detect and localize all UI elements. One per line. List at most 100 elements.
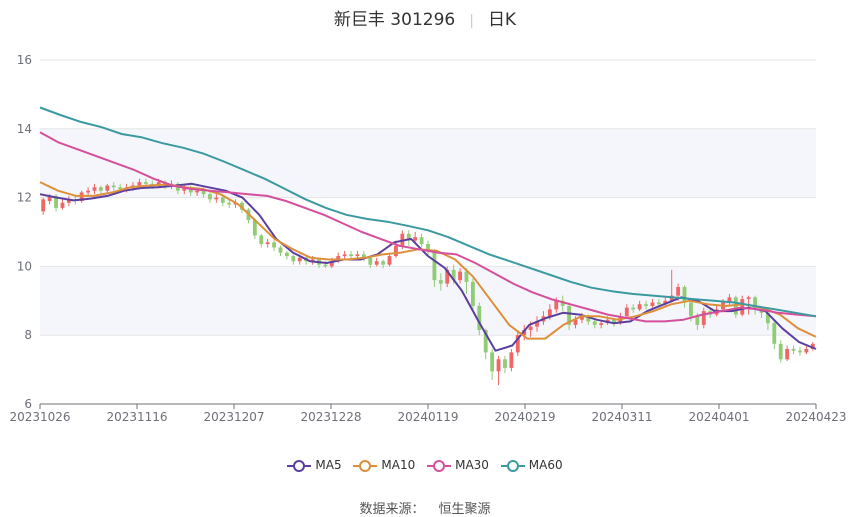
candle-body (554, 300, 559, 310)
legend-circle (359, 459, 372, 472)
candle-body (772, 323, 777, 344)
legend-marker-ma60 (500, 459, 525, 472)
y-tick-label: 6 (24, 397, 32, 411)
candle-body (381, 261, 386, 265)
x-tick-label: 20231207 (203, 410, 264, 424)
candle-body (656, 302, 661, 305)
x-tick-label: 20231228 (300, 410, 361, 424)
y-tick-label: 12 (17, 191, 32, 205)
candle-body (220, 197, 225, 203)
y-tick-label: 10 (17, 259, 32, 273)
x-tick-label: 20240311 (591, 410, 652, 424)
candle-body (637, 304, 642, 310)
candle-body (208, 194, 212, 200)
legend: MA5 MA10 MA30 MA60 (0, 458, 850, 472)
candle-body (682, 287, 687, 303)
candle-body (624, 307, 629, 317)
y-tick-label: 8 (24, 328, 32, 342)
candle-body (60, 202, 65, 208)
candle-body (143, 182, 148, 184)
candle-body (291, 256, 296, 262)
candle-body (201, 190, 206, 195)
candle-body (631, 307, 636, 310)
source-provider: 恒生聚源 (438, 502, 491, 517)
candle-body (503, 359, 507, 368)
candle-body (259, 235, 264, 245)
candle-body (105, 185, 110, 191)
candle-body (496, 359, 501, 372)
legend-item-ma30[interactable]: MA30 (427, 458, 489, 472)
candle-body (438, 280, 443, 284)
candle-body (509, 352, 514, 368)
legend-item-ma60[interactable]: MA60 (500, 458, 563, 472)
candle-body (785, 348, 790, 360)
candle-body (137, 182, 142, 186)
candle-body (458, 271, 462, 281)
x-tick-label: 20231026 (9, 410, 70, 424)
candle-body (746, 297, 751, 300)
candle-body (592, 321, 597, 325)
candle-body (676, 287, 681, 296)
y-tick-label: 16 (17, 53, 32, 67)
x-tick-label: 20240219 (494, 410, 555, 424)
legend-marker-ma5 (287, 459, 312, 472)
x-tick-label: 20240119 (397, 410, 458, 424)
y-tick-label: 14 (17, 122, 32, 136)
legend-circle (293, 459, 306, 472)
candle-body (374, 261, 379, 265)
candle-body (599, 323, 604, 325)
candle-body (349, 254, 353, 257)
candle-body (791, 348, 796, 351)
legend-label-ma30: MA30 (455, 458, 489, 472)
candle-body (464, 271, 469, 282)
candle-body (387, 256, 392, 265)
legend-item-ma10[interactable]: MA10 (353, 458, 415, 472)
candle-body (41, 199, 46, 212)
legend-label-ma5: MA5 (315, 458, 342, 472)
candle-body (695, 316, 700, 325)
candle-body (644, 304, 648, 306)
candle-body (804, 348, 809, 353)
legend-item-ma5[interactable]: MA5 (287, 458, 342, 472)
legend-label-ma10: MA10 (381, 458, 416, 472)
legend-circle (433, 459, 446, 472)
candle-body (92, 187, 97, 191)
candle-body (355, 254, 360, 257)
candle-body (419, 237, 424, 245)
x-tick-label: 20240423 (785, 410, 846, 424)
legend-circle (506, 459, 519, 472)
legend-marker-ma30 (427, 459, 452, 472)
candle-body (413, 237, 418, 241)
candle-body (86, 190, 91, 193)
candle-body (111, 185, 116, 188)
candle-body (798, 350, 802, 353)
candle-body (284, 252, 289, 257)
x-tick-label: 20231116 (106, 410, 167, 424)
candle-body (689, 302, 693, 317)
source-label: 数据来源： (359, 502, 425, 517)
candle-body (227, 202, 232, 205)
candle-body (547, 309, 552, 317)
legend-label-ma60: MA60 (528, 458, 563, 472)
candle-body (342, 254, 347, 257)
candle-body (297, 257, 302, 262)
candle-body (650, 302, 655, 306)
candle-body (278, 247, 283, 253)
x-tick-label: 20240401 (688, 410, 749, 424)
candlestick-chart: 6 8 10 12 14 16 20231026 20231116 20231207 202312… (9, 53, 846, 424)
candle-body (470, 281, 475, 306)
candle-body (368, 257, 373, 265)
candle-body (323, 264, 328, 267)
candle-body (490, 352, 495, 372)
candle-body (394, 245, 398, 257)
candle-body (778, 343, 783, 360)
candle-body (99, 187, 103, 191)
candle-body (265, 242, 270, 245)
candle-body (528, 326, 533, 331)
candle-body (432, 250, 437, 281)
data-source: 数据来源： 恒生聚源 (0, 498, 850, 517)
candle-body (195, 190, 200, 193)
legend-marker-ma10 (353, 459, 378, 472)
candle-body (214, 197, 219, 200)
candle-body (272, 242, 277, 248)
